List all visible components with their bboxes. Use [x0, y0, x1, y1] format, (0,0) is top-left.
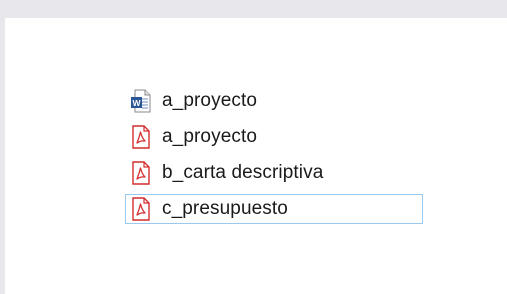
pdf-document-icon: [132, 197, 150, 221]
pdf-document-icon: [132, 161, 150, 185]
pdf-document-icon: [132, 125, 150, 149]
file-name: a_proyecto: [162, 126, 258, 147]
file-item-pdf-b-carta-descriptiva[interactable]: b_carta descriptiva: [125, 158, 423, 188]
file-name: c_presupuesto: [162, 198, 288, 219]
file-name: a_proyecto: [162, 90, 258, 111]
svg-text:W: W: [132, 98, 141, 108]
file-item-pdf-a-proyecto[interactable]: a_proyecto: [125, 122, 423, 152]
explorer-panel: W a_proyecto a_proyecto b_carta descript…: [5, 18, 507, 294]
file-list: W a_proyecto a_proyecto b_carta descript…: [125, 86, 423, 230]
file-name: b_carta descriptiva: [162, 162, 324, 183]
file-item-word-a-proyecto[interactable]: W a_proyecto: [125, 86, 423, 116]
file-item-pdf-c-presupuesto[interactable]: c_presupuesto: [125, 194, 423, 224]
word-document-icon: W: [131, 89, 151, 113]
